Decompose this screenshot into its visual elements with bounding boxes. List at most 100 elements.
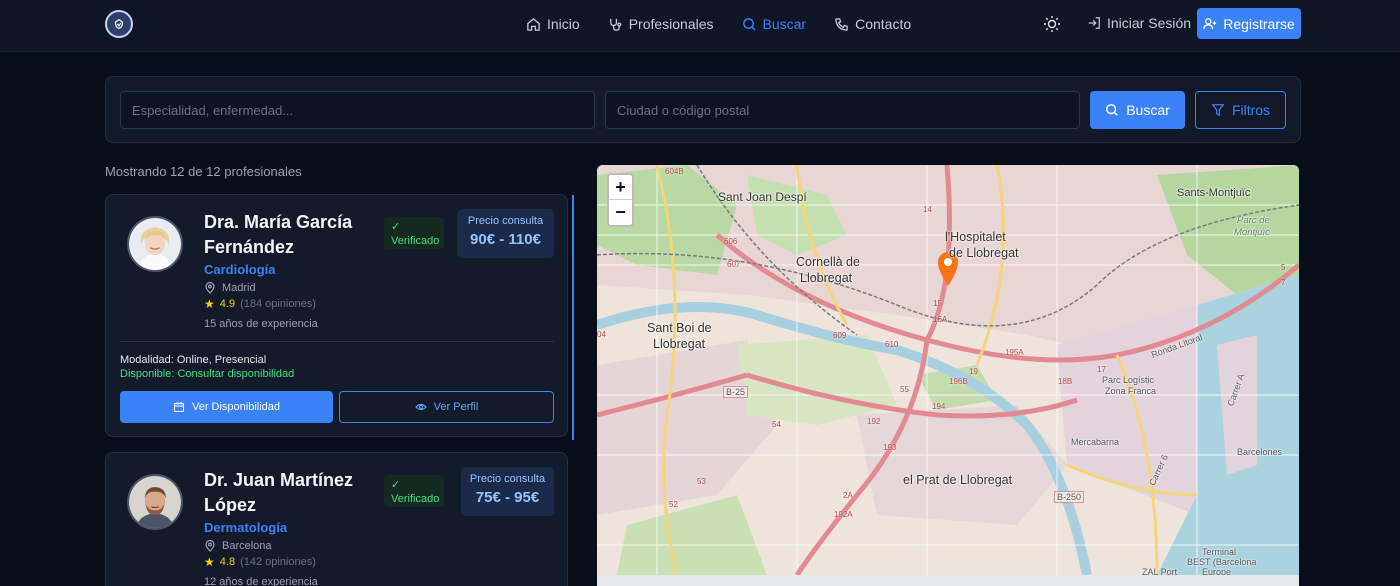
login-icon	[1088, 17, 1100, 29]
check-icon: ✓	[391, 479, 401, 491]
view-profile-button[interactable]: Ver Perfil	[339, 391, 554, 423]
divider	[120, 341, 554, 342]
main-nav: Inicio Profesionales Buscar Contacto	[526, 0, 911, 48]
road-number: B-25	[723, 386, 749, 398]
road-number: 196B	[949, 377, 968, 386]
map-label: Parc Logístic	[1102, 375, 1155, 385]
nav-item-contacto[interactable]: Contacto	[834, 16, 911, 32]
price-box: Precio consulta 75€ - 95€	[461, 467, 554, 516]
nav-item-label: Buscar	[762, 16, 807, 32]
search-panel: Buscar Filtros	[105, 76, 1301, 143]
nav-item-profesionales[interactable]: Profesionales	[608, 16, 714, 32]
road-number: 192A	[834, 510, 853, 519]
stethoscope-icon	[609, 18, 621, 31]
professional-specialty: Dermatología	[204, 520, 288, 535]
road-number: 17	[1097, 365, 1106, 374]
professional-rating: ★ 4.9 (184 opiniones)	[204, 297, 316, 311]
city-input[interactable]	[605, 91, 1080, 129]
map-pin-icon	[205, 282, 215, 294]
calendar-icon	[173, 402, 185, 413]
login-button[interactable]: Iniciar Sesión	[1087, 15, 1191, 31]
map-label: Montjuïc	[1234, 227, 1270, 238]
nav-item-buscar[interactable]: Buscar	[742, 16, 807, 32]
zoom-in-button[interactable]: +	[609, 175, 632, 200]
location-label: Barcelona	[222, 540, 272, 552]
specialty-input[interactable]	[120, 91, 595, 129]
map-label: de Llobregat	[949, 246, 1019, 260]
road-number: 55	[900, 385, 909, 394]
map-label: Europe	[1202, 567, 1232, 575]
map-label: el Prat de Llobregat	[903, 473, 1013, 487]
map-footer	[597, 575, 1299, 586]
map-label: Llobregat	[653, 337, 706, 351]
road-number: B-250	[1054, 491, 1085, 503]
road-number: 607	[727, 260, 741, 269]
professional-name[interactable]: Dr. Juan Martínez López	[204, 468, 374, 518]
map-label: Llobregat	[800, 271, 853, 285]
road-number: 54	[772, 420, 781, 429]
user-plus-icon	[1203, 17, 1217, 29]
view-profile-label: Ver Perfil	[433, 401, 479, 413]
verified-label: Verificado	[391, 493, 440, 505]
scrollbar[interactable]	[572, 195, 574, 440]
check-icon: ✓	[391, 221, 401, 233]
filters-button[interactable]: Filtros	[1195, 91, 1286, 129]
map-label: BEST (Barcelona	[1187, 557, 1257, 567]
road-number: 19	[969, 367, 978, 376]
login-label: Iniciar Sesión	[1107, 15, 1192, 31]
professional-location: Madrid	[204, 282, 256, 294]
professional-modality: Modalidad: Online, Presencial	[120, 354, 267, 366]
map-label: Sant Boi de	[647, 321, 712, 335]
zoom-control: + −	[607, 173, 634, 227]
road-number: 15	[933, 299, 942, 308]
nav-item-label: Contacto	[855, 16, 912, 32]
register-label: Registrarse	[1223, 15, 1295, 32]
map-label: Cornellà de	[796, 255, 860, 269]
road-number: 16A	[933, 315, 948, 324]
results-map[interactable]: + − Sant Joan Despí Cornellà de Llobrega…	[597, 165, 1299, 575]
nav-item-inicio[interactable]: Inicio	[526, 16, 580, 32]
nav-item-label: Inicio	[547, 16, 580, 32]
logo-icon[interactable]	[105, 10, 133, 38]
eye-icon	[414, 403, 427, 411]
professional-card: Dra. María García Fernández Cardiología …	[105, 194, 568, 437]
sun-icon[interactable]	[1043, 15, 1061, 33]
search-button-label: Buscar	[1126, 102, 1170, 118]
professional-name[interactable]: Dra. María García Fernández	[204, 210, 374, 260]
view-availability-button[interactable]: Ver Disponibilidad	[120, 391, 333, 423]
rating-reviews: (184 opiniones)	[240, 298, 316, 310]
avatar	[127, 216, 183, 272]
professional-experience: 15 años de experiencia	[204, 318, 318, 330]
home-icon	[527, 17, 540, 31]
road-number: 193	[883, 443, 897, 452]
road-number: 5	[1281, 263, 1286, 272]
road-number: 604B	[665, 167, 684, 176]
filter-icon	[1211, 104, 1225, 117]
map-label: Zona Franca	[1105, 386, 1157, 396]
map-label: Mercabarna	[1071, 437, 1120, 447]
star-icon: ★	[204, 555, 215, 569]
professional-card: Dr. Juan Martínez López Dermatología Bar…	[105, 452, 568, 586]
road-number: 04	[597, 330, 606, 339]
location-label: Madrid	[222, 282, 256, 294]
phone-icon	[835, 17, 848, 31]
road-number: 52	[669, 500, 678, 509]
zoom-out-button[interactable]: −	[609, 200, 632, 225]
map-label: ZAL Port	[1142, 567, 1178, 575]
road-number: 18B	[1058, 377, 1073, 386]
road-number: 194	[932, 402, 946, 411]
map-label: l'Hospitalet	[945, 230, 1006, 244]
road-number: 53	[697, 477, 706, 486]
road-number: 195A	[1005, 348, 1024, 357]
star-icon: ★	[204, 297, 215, 311]
price-label: Precio consulta	[467, 215, 544, 227]
search-button[interactable]: Buscar	[1090, 91, 1185, 129]
road-number: 610	[885, 340, 899, 349]
professional-availability: Disponible: Consultar disponibilidad	[120, 368, 295, 380]
price-label: Precio consulta	[469, 473, 546, 485]
price-box: Precio consulta 90€ - 110€	[457, 209, 554, 258]
verified-badge: ✓ Verificado	[384, 475, 444, 507]
professional-experience: 12 años de experiencia	[204, 576, 318, 586]
register-button[interactable]: Registrarse	[1197, 8, 1301, 39]
map-label: Sant Joan Despí	[718, 190, 807, 204]
